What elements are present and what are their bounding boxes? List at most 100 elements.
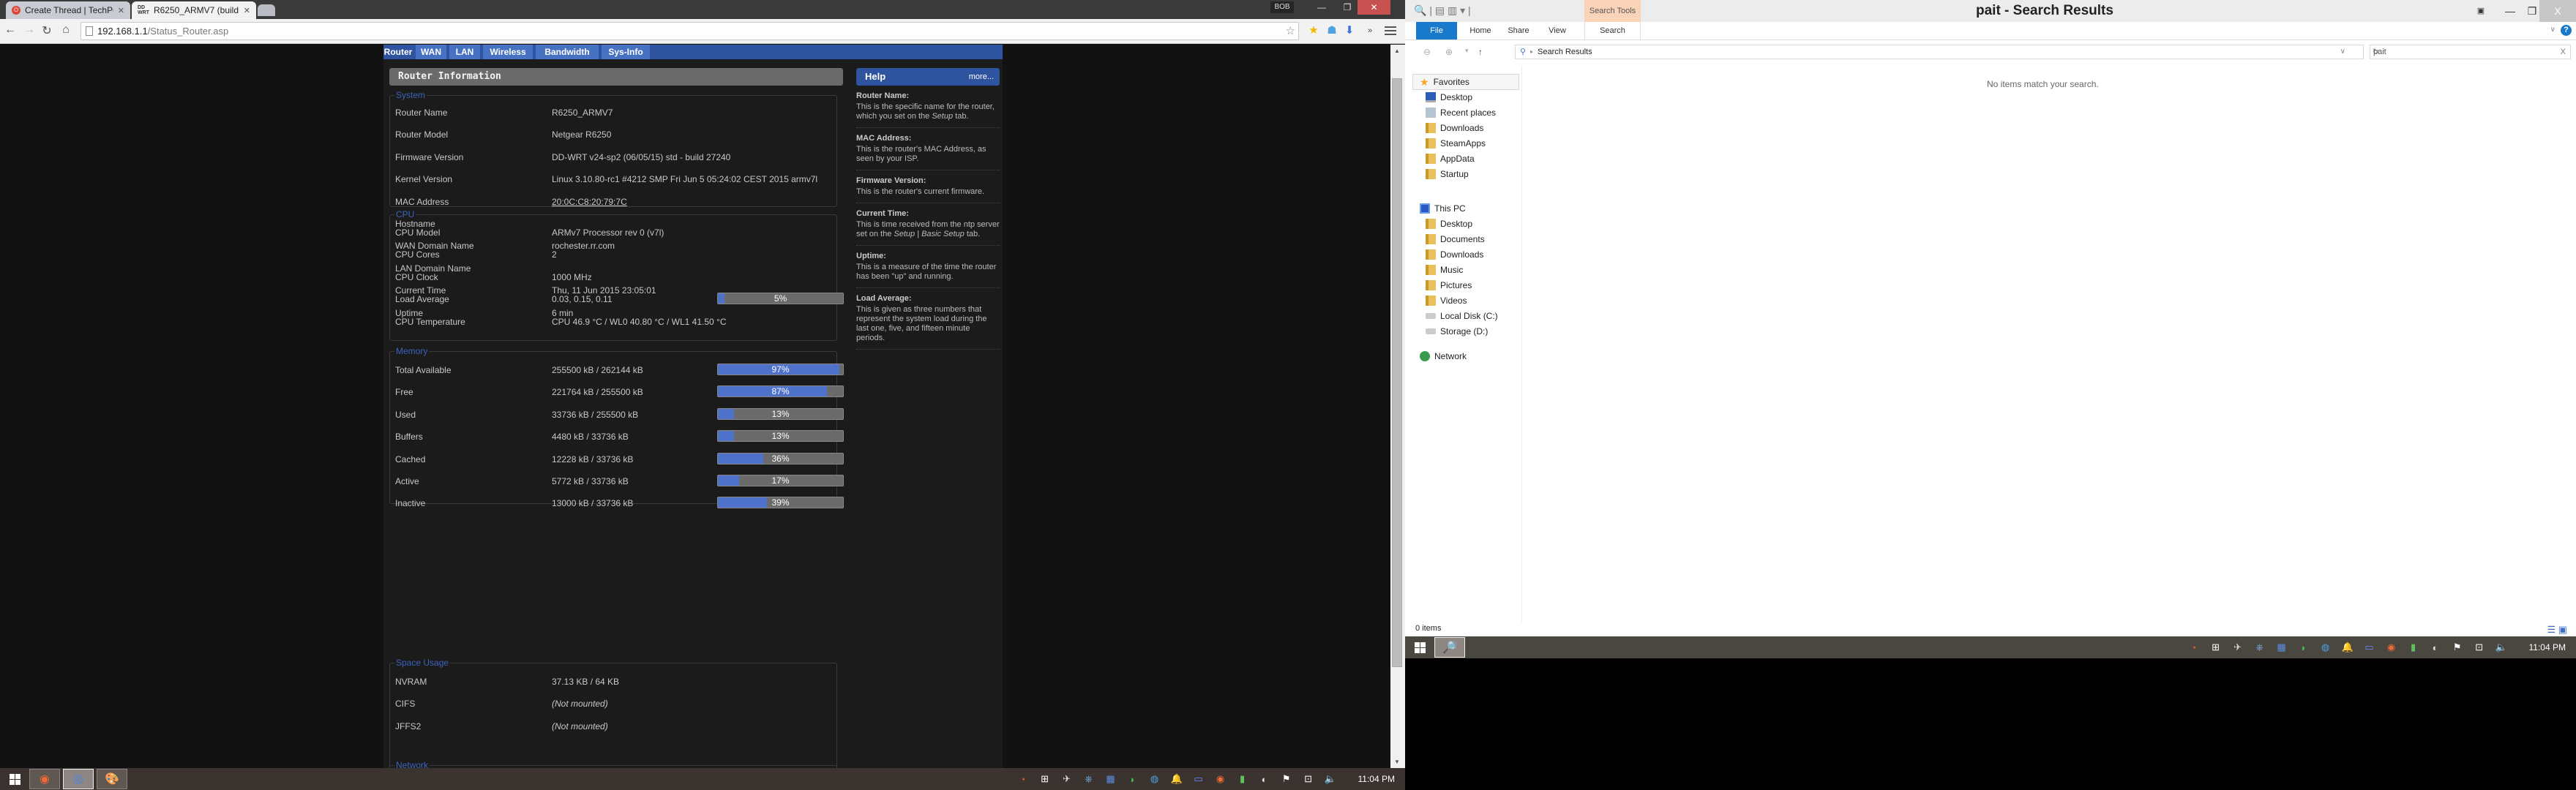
airplane-icon[interactable]: ✈: [1061, 773, 1073, 785]
teamviewer-icon[interactable]: ◔: [2188, 642, 2200, 653]
help-more-link[interactable]: more...: [969, 68, 994, 86]
recent-locations-icon[interactable]: ▾: [1465, 47, 1469, 55]
restore-button[interactable]: ❐: [1336, 0, 1359, 15]
up-button[interactable]: ↑: [1478, 47, 1483, 57]
chrome-download-icon[interactable]: ⬇: [1342, 23, 1357, 38]
address-bar[interactable]: 192.168.1.1/Status_Router.asp ☆: [80, 22, 1299, 40]
scroll-up-arrow-icon[interactable]: ▲: [1394, 48, 1400, 54]
globe-icon[interactable]: ◍: [1149, 773, 1161, 785]
subnav-router[interactable]: Router: [383, 45, 414, 59]
expand-ribbon-icon[interactable]: ∨: [2550, 26, 2556, 34]
fps-monitor-icon[interactable]: ▭: [2364, 642, 2375, 653]
taskbar-clock[interactable]: 11:04 PM: [1358, 774, 1395, 784]
taskbar-clock[interactable]: 11:04 PM: [2529, 642, 2566, 652]
usb-safe-remove-icon[interactable]: ▮: [2408, 642, 2419, 653]
ribbon-tab-home[interactable]: Home: [1462, 22, 1499, 40]
start-button[interactable]: [1405, 636, 1434, 658]
windows-icon[interactable]: ⊞: [1039, 773, 1051, 785]
notification-bell-icon[interactable]: 🔔: [1171, 773, 1183, 785]
subnav-lan[interactable]: LAN: [449, 45, 482, 59]
action-center-flag-icon[interactable]: ⚑: [2452, 642, 2463, 653]
satellite-dish-icon[interactable]: ◐: [1259, 774, 1270, 785]
nav-this-pc[interactable]: This PC: [1420, 201, 1466, 216]
taskbar-chrome[interactable]: ◎: [63, 769, 94, 789]
nav-favorites[interactable]: ★ Favorites: [1420, 75, 1469, 89]
taskbar-origin[interactable]: ◉: [29, 769, 60, 789]
scrollbar-thumb[interactable]: [1392, 78, 1402, 667]
nav-this-pc-item[interactable]: Pictures: [1426, 278, 1472, 293]
quick-access-toolbar[interactable]: 🔍 | ▤ ▥ ▾ |: [1414, 4, 1471, 17]
ribbon-tab-file[interactable]: File: [1416, 22, 1457, 40]
chrome-menu-icon[interactable]: [1385, 24, 1396, 37]
clear-search-icon[interactable]: X: [2561, 45, 2566, 59]
game-icon[interactable]: ▦: [2276, 642, 2288, 653]
back-button[interactable]: ←: [3, 23, 18, 37]
overflow-chevron-icon[interactable]: »: [1363, 23, 1377, 38]
teamviewer-icon[interactable]: ◔: [1017, 774, 1029, 785]
taskbar-paint[interactable]: 🎨: [97, 769, 127, 789]
subnav-bandwidth[interactable]: Bandwidth: [536, 45, 600, 59]
subnav-wan[interactable]: WAN: [416, 45, 448, 59]
nav-favorite-item[interactable]: Desktop: [1426, 90, 1472, 105]
nav-favorite-item[interactable]: Recent places: [1426, 105, 1496, 120]
nav-favorite-item[interactable]: Downloads: [1426, 121, 1483, 135]
ribbon-tab-search[interactable]: Search: [1584, 22, 1641, 40]
tab-create-thread[interactable]: ⏻ Create Thread | TechPowe ✕: [6, 1, 130, 19]
fps-monitor-icon[interactable]: ▭: [1193, 773, 1205, 785]
nav-this-pc-item[interactable]: Documents: [1426, 232, 1485, 247]
network-share-icon[interactable]: ⎈: [2254, 642, 2266, 653]
ribbon-tab-view[interactable]: View: [1539, 22, 1576, 40]
satellite-dish-icon[interactable]: ◐: [2430, 642, 2441, 653]
nav-this-pc-item[interactable]: Videos: [1426, 293, 1467, 308]
action-center-flag-icon[interactable]: ⚑: [1281, 773, 1292, 785]
subnav-wireless[interactable]: Wireless: [483, 45, 534, 59]
nav-favorite-item[interactable]: Startup: [1426, 167, 1469, 181]
network-icon[interactable]: ⊡: [1303, 773, 1314, 785]
airplane-icon[interactable]: ✈: [2232, 642, 2244, 653]
volume-icon[interactable]: 🔈: [2496, 642, 2507, 653]
globe-icon[interactable]: ◍: [2320, 642, 2332, 653]
close-window-button[interactable]: X: [2539, 0, 2576, 22]
nav-this-pc-item[interactable]: Music: [1426, 263, 1463, 277]
origin-icon[interactable]: ◉: [2386, 642, 2397, 653]
nav-network[interactable]: Network: [1420, 349, 1467, 364]
home-button[interactable]: ⌂: [59, 23, 73, 37]
network-icon[interactable]: ⊡: [2474, 642, 2485, 653]
nav-this-pc-item[interactable]: Local Disk (C:): [1426, 309, 1498, 323]
forward-button[interactable]: ⊕: [1445, 47, 1453, 57]
nav-this-pc-item[interactable]: Storage (D:): [1426, 324, 1488, 339]
back-button[interactable]: ⊖: [1423, 47, 1431, 57]
nav-favorite-item[interactable]: AppData: [1426, 151, 1475, 166]
origin-icon[interactable]: ◉: [1215, 773, 1227, 785]
view-toggle-icons[interactable]: ☰ ▣: [2547, 622, 2567, 638]
taskbar-explorer-search[interactable]: 🔎: [1434, 637, 1465, 658]
nav-this-pc-item[interactable]: Downloads: [1426, 247, 1483, 262]
ghostery-icon[interactable]: ☗: [1325, 23, 1339, 38]
page-scrollbar[interactable]: ▲ ▼: [1390, 45, 1405, 768]
ribbon-tab-share[interactable]: Share: [1500, 22, 1537, 40]
wifi-signal-icon[interactable]: ◗: [1127, 774, 1139, 785]
network-share-icon[interactable]: ⎈: [1083, 773, 1095, 785]
profile-button[interactable]: BOB: [1270, 1, 1294, 13]
nav-this-pc-item[interactable]: Desktop: [1426, 217, 1472, 231]
minimize-button[interactable]: —: [1310, 0, 1333, 15]
new-tab-button[interactable]: [258, 4, 275, 16]
tab-router-status[interactable]: DDWRT R6250_ARMV7 (build 272 ✕: [132, 1, 256, 19]
scroll-down-arrow-icon[interactable]: ▼: [1394, 759, 1400, 765]
address-field[interactable]: ⚲ ▸ Search Results ∨ ↻: [1515, 45, 2379, 59]
close-tab-icon[interactable]: ✕: [244, 6, 250, 15]
subnav-sys-info[interactable]: Sys-Info: [602, 45, 651, 59]
close-tab-icon[interactable]: ✕: [118, 6, 124, 15]
close-window-button[interactable]: ✕: [1358, 0, 1390, 15]
wifi-signal-icon[interactable]: ◗: [2298, 642, 2310, 653]
help-icon[interactable]: ?: [2561, 25, 2572, 36]
row-value[interactable]: 20:0C:C8:20:79:7C: [552, 197, 627, 207]
bookmark-star-icon[interactable]: ☆: [1286, 23, 1295, 40]
volume-icon[interactable]: 🔈: [1325, 773, 1336, 785]
search-box[interactable]: pait X: [2370, 45, 2571, 59]
address-dropdown-icon[interactable]: ∨: [2340, 45, 2345, 59]
tablet-mode-icon[interactable]: ▣: [2466, 0, 2496, 22]
start-button[interactable]: [0, 768, 29, 790]
reload-button[interactable]: ↻: [40, 23, 54, 38]
usb-safe-remove-icon[interactable]: ▮: [1237, 773, 1248, 785]
